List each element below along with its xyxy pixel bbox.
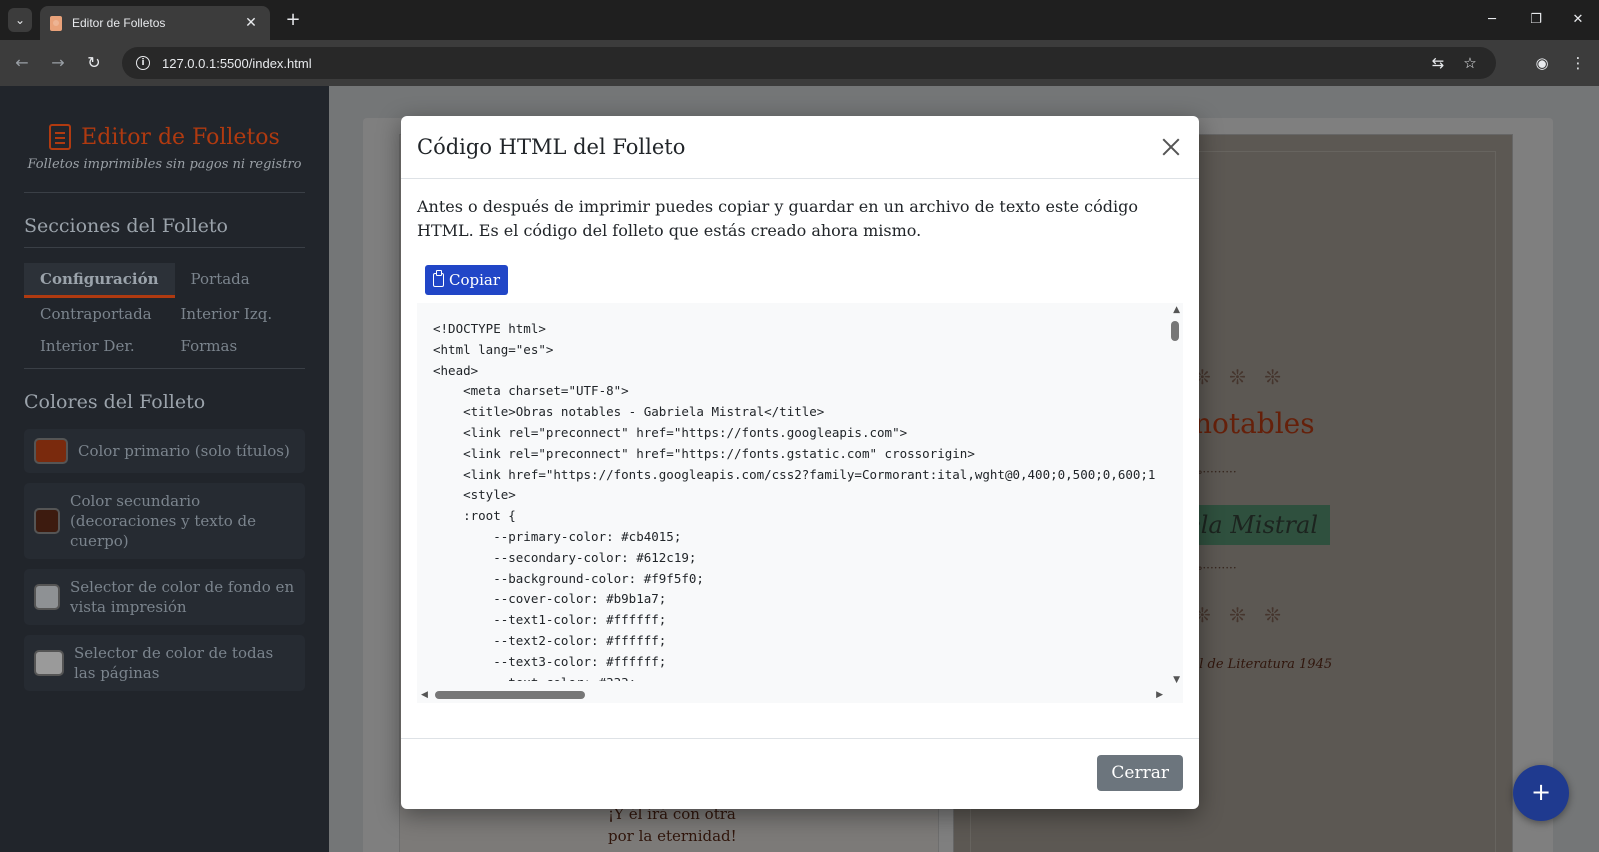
browser-toolbar: ← → ↻ i 127.0.0.1:5500/index.html ⇆ ☆ ◉ … [0, 40, 1599, 86]
tab-search-menu-icon[interactable]: ⌄ [8, 8, 32, 32]
tab-contraportada[interactable]: Contraportada [24, 298, 165, 330]
brand: Editor de Folletos [24, 124, 305, 150]
forward-icon[interactable]: → [46, 51, 70, 75]
copy-label: Copiar [449, 271, 501, 289]
modal-title: Código HTML del Folleto [417, 135, 686, 159]
restore-icon[interactable]: ❐ [1516, 6, 1556, 34]
minimize-icon[interactable]: ─ [1472, 6, 1512, 34]
color-secondary-card: Color secundario (decoraciones y texto d… [24, 483, 305, 559]
modal-footer: Cerrar [401, 738, 1199, 809]
print-bg-color-picker[interactable] [34, 584, 60, 610]
url-text[interactable]: 127.0.0.1:5500/index.html [162, 56, 1418, 71]
primary-color-picker[interactable] [34, 438, 68, 464]
tab-favicon-icon [50, 15, 62, 31]
sidebar: Editor de Folletos Folletos imprimibles … [0, 86, 329, 852]
more-menu-icon[interactable]: ⋮ [1566, 51, 1590, 75]
secondary-color-picker[interactable] [34, 508, 60, 534]
tab-interior-izq[interactable]: Interior Izq. [165, 298, 306, 330]
divider [24, 192, 305, 193]
close-button[interactable]: Cerrar [1097, 755, 1183, 791]
tab-configuracion[interactable]: Configuración [24, 263, 175, 298]
secondary-color-label: Color secundario (decoraciones y texto d… [70, 492, 257, 550]
html-code-modal: Código HTML del Folleto Antes o después … [401, 116, 1199, 809]
tab-interior-der[interactable]: Interior Der. [24, 330, 165, 362]
pages-color-label: Selector de color de todas las páginas [74, 644, 274, 682]
brand-title: Editor de Folletos [81, 124, 280, 150]
modal-body: Antes o después de imprimir puedes copia… [401, 179, 1199, 703]
vertical-scrollbar[interactable]: ▲ ▼ [1167, 303, 1183, 687]
pages-color-picker[interactable] [34, 650, 64, 676]
clipboard-icon [433, 270, 444, 287]
code-block[interactable]: <!DOCTYPE html> <html lang="es"> <head> … [417, 303, 1183, 703]
horizontal-scroll-thumb[interactable] [435, 691, 585, 699]
code-text[interactable]: <!DOCTYPE html> <html lang="es"> <head> … [433, 319, 1167, 681]
scroll-down-icon[interactable]: ▼ [1173, 675, 1180, 685]
scroll-left-icon[interactable]: ◀ [421, 690, 428, 700]
vertical-scroll-thumb[interactable] [1171, 321, 1179, 341]
profile-icon[interactable]: ◉ [1530, 51, 1554, 75]
tab-close-icon[interactable]: ✕ [242, 15, 260, 31]
sections-heading: Secciones del Folleto [24, 215, 305, 248]
tab-portada[interactable]: Portada [175, 263, 305, 298]
copy-button[interactable]: Copiar [425, 265, 509, 295]
color-primary-card: Color primario (solo títulos) [24, 429, 305, 473]
tab-formas[interactable]: Formas [165, 330, 306, 362]
modal-header: Código HTML del Folleto [401, 116, 1199, 179]
close-icon[interactable] [1159, 135, 1183, 159]
site-info-icon[interactable]: i [136, 56, 150, 70]
print-bg-color-label: Selector de color de fondo en vista impr… [70, 578, 295, 616]
modal-description: Antes o después de imprimir puedes copia… [417, 197, 1138, 240]
color-pages-card: Selector de color de todas las páginas [24, 635, 305, 691]
scroll-up-icon[interactable]: ▲ [1173, 305, 1180, 315]
add-fab-button[interactable]: + [1513, 765, 1569, 821]
primary-color-label: Color primario (solo títulos) [78, 442, 290, 460]
back-icon[interactable]: ← [10, 51, 34, 75]
colors-heading: Colores del Folleto [24, 391, 206, 413]
browser-tab[interactable]: Editor de Folletos ✕ [40, 6, 270, 40]
reload-icon[interactable]: ↻ [82, 51, 106, 75]
bookmark-star-icon[interactable]: ☆ [1458, 54, 1482, 72]
address-bar[interactable]: i 127.0.0.1:5500/index.html ⇆ ☆ [122, 47, 1496, 79]
color-print-bg-card: Selector de color de fondo en vista impr… [24, 569, 305, 625]
scroll-right-icon[interactable]: ▶ [1156, 690, 1163, 700]
section-tabs: Configuración Portada Contraportada Inte… [24, 263, 305, 369]
horizontal-scrollbar[interactable]: ◀ ▶ [417, 687, 1167, 703]
browser-tabbar: ⌄ Editor de Folletos ✕ + ─ ❐ ✕ [0, 0, 1599, 40]
tab-title: Editor de Folletos [72, 16, 166, 30]
brand-subtitle: Folletos imprimibles sin pagos ni regist… [27, 157, 302, 172]
new-tab-icon[interactable]: + [282, 9, 304, 31]
notebook-icon [49, 124, 72, 150]
translate-icon[interactable]: ⇆ [1426, 54, 1450, 72]
window-close-icon[interactable]: ✕ [1560, 6, 1596, 34]
